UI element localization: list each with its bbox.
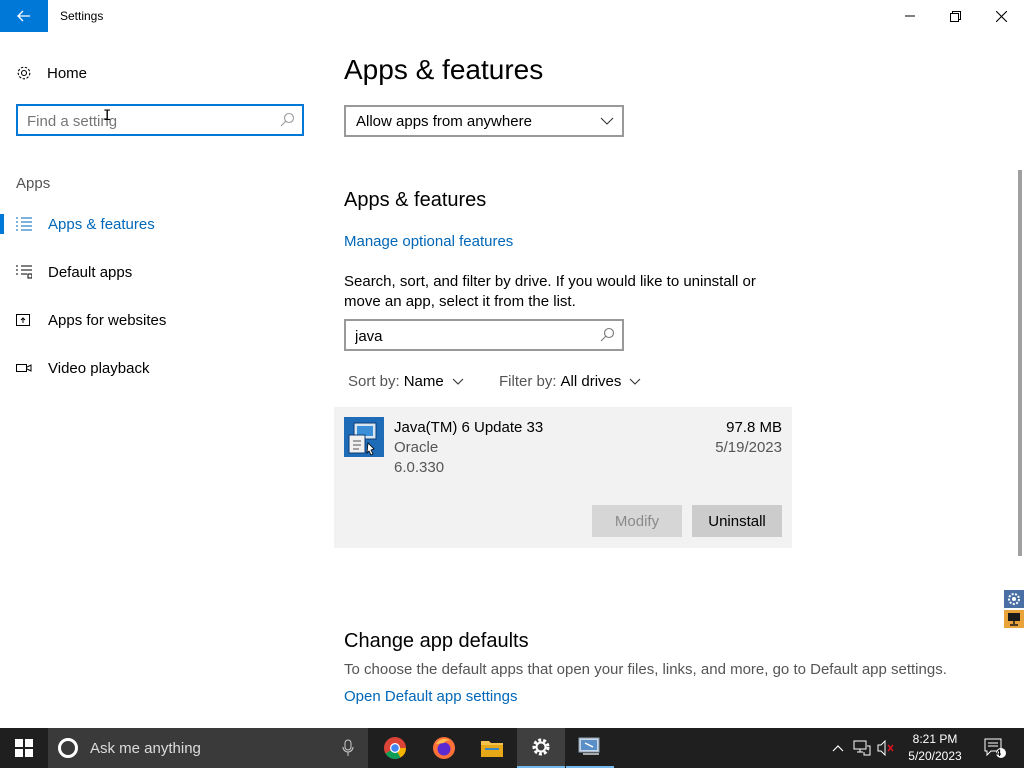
home-label: Home xyxy=(47,64,88,82)
notification-icon xyxy=(984,738,1006,758)
sidebar-item-apps-for-websites[interactable]: Apps for websites xyxy=(0,302,320,338)
sort-by-dropdown[interactable]: Sort by: Name xyxy=(348,373,464,390)
scrollbar[interactable] xyxy=(1018,170,1022,556)
minimize-button[interactable] xyxy=(887,0,933,32)
gear-icon xyxy=(532,738,550,756)
list-icon xyxy=(16,216,32,232)
window-title: Settings xyxy=(60,9,104,23)
network-tray-button[interactable] xyxy=(851,728,873,768)
sidebar-item-label: Apps & features xyxy=(48,215,155,233)
chevron-down-icon xyxy=(629,378,641,385)
open-default-app-settings-link[interactable]: Open Default app settings xyxy=(344,688,517,705)
install-source-value: Allow apps from anywhere xyxy=(356,112,532,130)
gadget-gear-icon[interactable] xyxy=(1004,590,1024,608)
install-source-dropdown[interactable]: Allow apps from anywhere xyxy=(344,105,624,137)
sidebar-item-label: Default apps xyxy=(48,263,133,281)
firefox-icon xyxy=(433,737,455,759)
settings-search-box[interactable] xyxy=(16,104,304,136)
restore-icon xyxy=(949,10,961,22)
close-icon xyxy=(995,10,1007,22)
action-center-button[interactable]: 4 xyxy=(980,728,1010,768)
filter-label: Filter by: xyxy=(499,373,557,390)
active-indicator xyxy=(0,214,4,234)
text-cursor-icon: I xyxy=(103,108,112,124)
title-bar: Settings xyxy=(0,0,1024,32)
page-title: Apps & features xyxy=(344,54,544,85)
cortana-icon xyxy=(58,738,78,758)
minimize-icon xyxy=(905,15,915,17)
back-button[interactable] xyxy=(0,0,48,32)
sidebar-item-label: Apps for websites xyxy=(48,311,167,329)
manage-optional-features-link[interactable]: Manage optional features xyxy=(344,233,513,250)
section-heading: Apps & features xyxy=(344,189,487,211)
app-size: 97.8 MB xyxy=(726,419,782,436)
volume-tray-button[interactable] xyxy=(875,728,897,768)
restore-button[interactable] xyxy=(932,0,978,32)
gadget-monitor-icon[interactable] xyxy=(1004,610,1024,628)
firefox-taskbar-button[interactable] xyxy=(420,728,468,768)
sidebar-item-label: Video playback xyxy=(48,359,150,377)
app-publisher: Oracle xyxy=(394,439,439,456)
chevron-down-icon xyxy=(452,378,464,385)
file-explorer-taskbar-button[interactable] xyxy=(468,728,516,768)
app-search-input[interactable] xyxy=(355,326,595,346)
sort-value: Name xyxy=(403,373,444,390)
search-icon[interactable] xyxy=(599,327,615,343)
search-description: Search, sort, and filter by drive. If yo… xyxy=(344,273,756,310)
home-nav[interactable]: Home xyxy=(16,62,87,84)
settings-taskbar-button[interactable] xyxy=(517,728,565,768)
sidebar-item-default-apps[interactable]: Default apps xyxy=(0,254,320,290)
control-panel-icon xyxy=(578,737,600,755)
clock-time: 8:21 PM xyxy=(912,732,958,746)
taskbar: Ask me anything 8:21 PM 5/20/2023 4 xyxy=(0,728,1024,768)
app-version: 6.0.330 xyxy=(394,459,445,476)
close-button[interactable] xyxy=(978,0,1024,32)
search-icon[interactable] xyxy=(279,112,295,128)
network-icon xyxy=(853,740,871,756)
notification-count: 4 xyxy=(996,748,1002,758)
back-arrow-icon xyxy=(17,10,30,22)
folder-icon xyxy=(481,741,503,757)
volume-muted-icon xyxy=(877,740,894,756)
start-button[interactable] xyxy=(0,728,48,768)
gear-icon xyxy=(16,65,32,81)
taskbar-clock[interactable]: 8:21 PM 5/20/2023 xyxy=(898,731,972,765)
taskbar-search-text: Ask me anything xyxy=(90,739,201,757)
change-app-defaults-heading: Change app defaults xyxy=(344,630,529,652)
settings-search-input[interactable] xyxy=(27,111,272,131)
sidebar-item-video-playback[interactable]: Video playback xyxy=(0,350,320,386)
filter-by-dropdown[interactable]: Filter by: All drives xyxy=(499,373,641,390)
defaults-description: To choose the default apps that open you… xyxy=(344,661,947,678)
default-apps-icon xyxy=(16,264,32,280)
video-icon xyxy=(16,360,32,376)
app-list-item[interactable]: Java(TM) 6 Update 33 Oracle 6.0.330 97.8… xyxy=(334,407,792,548)
website-app-icon xyxy=(16,312,32,328)
chevron-up-icon xyxy=(832,745,844,752)
modify-button[interactable]: Modify xyxy=(592,505,682,537)
chrome-taskbar-button[interactable] xyxy=(371,728,419,768)
clock-date: 5/20/2023 xyxy=(908,749,962,763)
filter-value: All drives xyxy=(560,373,622,390)
chevron-down-icon xyxy=(600,117,614,125)
section-label-apps: Apps xyxy=(16,175,51,192)
microphone-icon[interactable] xyxy=(342,739,354,757)
sidebar-item-apps-features[interactable]: Apps & features xyxy=(0,206,320,242)
windows-logo-icon xyxy=(15,739,33,757)
taskbar-search[interactable]: Ask me anything xyxy=(48,728,368,768)
chrome-icon xyxy=(384,737,406,759)
control-panel-taskbar-button[interactable] xyxy=(566,728,614,768)
app-install-date: 5/19/2023 xyxy=(715,439,782,456)
show-hidden-icons-button[interactable] xyxy=(828,728,848,768)
sort-label: Sort by: xyxy=(348,373,400,390)
uninstall-button[interactable]: Uninstall xyxy=(692,505,782,537)
app-name: Java(TM) 6 Update 33 xyxy=(394,419,544,436)
app-search-box[interactable] xyxy=(344,319,624,351)
java-installer-icon xyxy=(344,417,384,457)
